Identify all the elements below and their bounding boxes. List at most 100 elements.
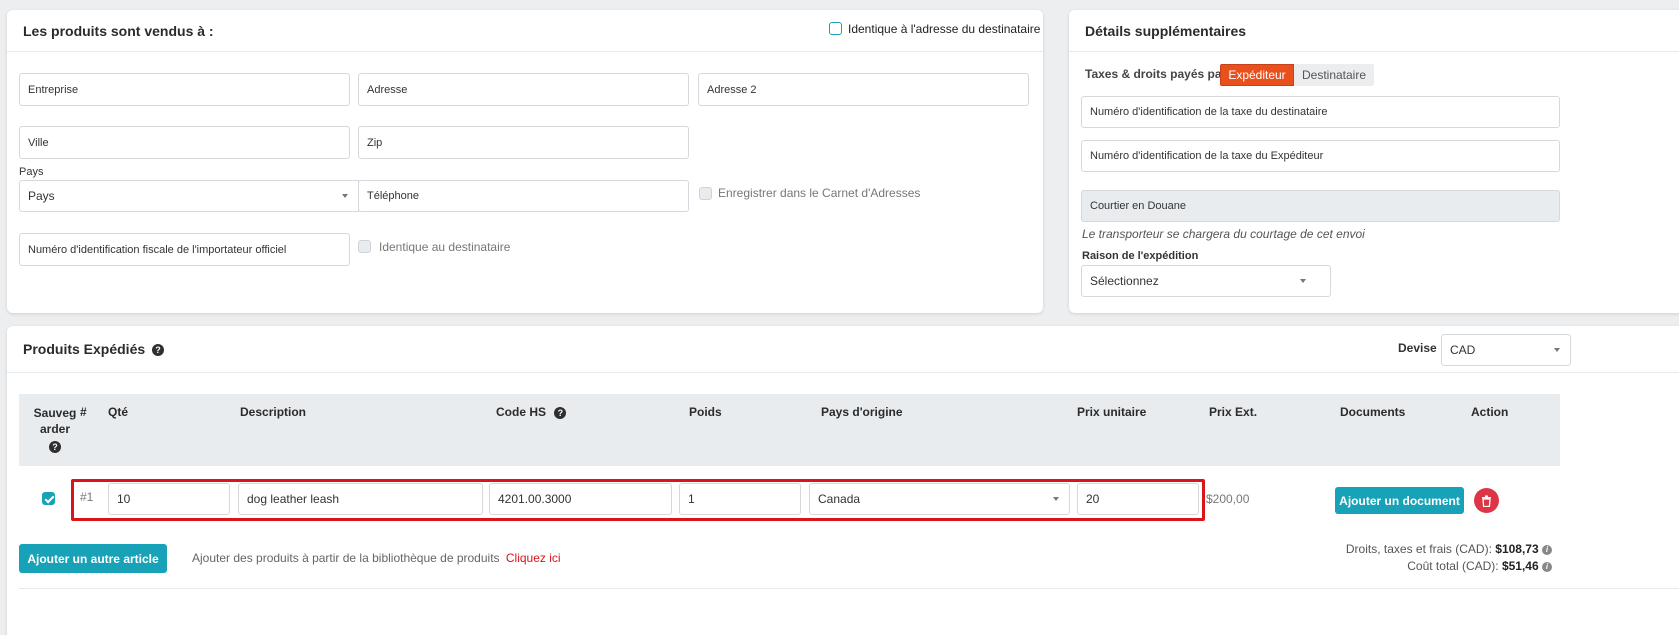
trash-icon bbox=[1482, 495, 1491, 507]
zip-input[interactable]: Zip bbox=[358, 126, 689, 159]
info-icon[interactable]: i bbox=[1542, 561, 1552, 572]
sold-to-card: Les produits sont vendus à : Identique à… bbox=[7, 10, 1043, 313]
country-select[interactable]: Pays bbox=[19, 180, 359, 212]
address-placeholder: Adresse bbox=[367, 83, 408, 96]
total-value: $51,46 bbox=[1501, 559, 1539, 573]
chevron-down-icon bbox=[1300, 279, 1306, 283]
unit-price-value: 20 bbox=[1086, 492, 1100, 506]
divider bbox=[7, 372, 1679, 373]
library-text: Ajouter des produits à partir de la bibl… bbox=[192, 551, 561, 565]
address-input[interactable]: Adresse bbox=[358, 73, 689, 106]
address2-input[interactable]: Adresse 2 bbox=[698, 73, 1029, 106]
add-item-label: Ajouter un autre article bbox=[27, 551, 159, 566]
address2-placeholder: Adresse 2 bbox=[707, 83, 757, 96]
divider bbox=[19, 588, 1679, 589]
description-input[interactable]: dog leather leash bbox=[238, 483, 483, 515]
broker-note: Le transporteur se chargera du courtage … bbox=[1082, 227, 1365, 241]
col-save-line1: Sauveg bbox=[33, 406, 77, 420]
col-action: Action bbox=[1471, 405, 1509, 419]
company-input[interactable]: Entreprise bbox=[19, 73, 350, 106]
divider bbox=[7, 51, 1043, 52]
customs-broker-field: Courtier en Douane bbox=[1081, 190, 1560, 222]
sender-tax-input[interactable]: Numéro d'identification de la taxe du Ex… bbox=[1081, 140, 1560, 172]
origin-select[interactable]: Canada bbox=[809, 483, 1070, 515]
help-icon[interactable]: ? bbox=[152, 344, 165, 357]
same-as-dest-label: Identique au destinataire bbox=[379, 240, 511, 254]
phone-placeholder: Téléphone bbox=[367, 190, 419, 202]
products-title-text: Produits Expédiés bbox=[23, 341, 146, 357]
col-weight: Poids bbox=[689, 405, 722, 419]
country-select-value: Pays bbox=[28, 189, 55, 203]
col-description: Description bbox=[240, 405, 307, 419]
add-item-button[interactable]: Ajouter un autre article bbox=[19, 544, 167, 573]
same-as-dest-checkbox[interactable] bbox=[358, 240, 371, 253]
library-link[interactable]: Cliquez ici bbox=[506, 551, 561, 565]
products-title: Produits Expédiés ? bbox=[23, 341, 165, 357]
city-placeholder: Ville bbox=[28, 136, 49, 149]
sender-option-button[interactable]: Expéditeur bbox=[1220, 64, 1294, 86]
currency-select-value: CAD bbox=[1450, 343, 1476, 357]
library-text-content: Ajouter des produits à partir de la bibl… bbox=[192, 551, 500, 565]
save-row-checkbox[interactable] bbox=[42, 492, 55, 505]
recipient-tax-placeholder: Numéro d'identification de la taxe du de… bbox=[1090, 106, 1328, 118]
same-as-recipient-checkbox[interactable] bbox=[829, 22, 842, 35]
save-addressbook-label: Enregistrer dans le Carnet d'Adresses bbox=[718, 186, 921, 200]
currency-label: Devise bbox=[1398, 341, 1437, 355]
phone-input[interactable]: Téléphone bbox=[358, 180, 689, 212]
delete-row-button[interactable] bbox=[1474, 488, 1499, 513]
qty-input[interactable]: 10 bbox=[108, 483, 230, 515]
shipment-reason-value: Sélectionnez bbox=[1090, 274, 1159, 288]
col-save-line2: arder bbox=[39, 422, 71, 436]
country-label: Pays bbox=[19, 166, 44, 178]
ext-price-value: $200,00 bbox=[1206, 492, 1250, 506]
duties-summary: Droits, taxes et frais (CAD): $108,73 i bbox=[1346, 542, 1552, 556]
company-placeholder: Entreprise bbox=[28, 83, 79, 96]
recipient-option-label: Destinataire bbox=[1301, 68, 1367, 82]
city-input[interactable]: Ville bbox=[19, 126, 350, 159]
add-document-label: Ajouter un document bbox=[1339, 493, 1460, 508]
same-as-recipient-label: Identique à l'adresse du destinataire bbox=[848, 22, 1041, 36]
chevron-down-icon bbox=[1053, 497, 1059, 501]
importer-tax-placeholder: Numéro d'identification fiscale de l'imp… bbox=[28, 243, 287, 256]
recipient-tax-input[interactable]: Numéro d'identification de la taxe du de… bbox=[1081, 96, 1560, 128]
qty-value: 10 bbox=[117, 492, 131, 506]
origin-value: Canada bbox=[818, 492, 861, 506]
help-icon[interactable]: ? bbox=[49, 440, 61, 453]
hs-code-value: 4201.00.3000 bbox=[498, 492, 572, 506]
unit-price-input[interactable]: 20 bbox=[1077, 483, 1199, 515]
customs-broker-value: Courtier en Douane bbox=[1090, 200, 1187, 212]
currency-select[interactable]: CAD bbox=[1441, 334, 1571, 366]
total-label: Coût total (CAD): bbox=[1407, 559, 1499, 573]
col-documents: Documents bbox=[1340, 405, 1406, 419]
products-card: Produits Expédiés ? Devise CAD Sauveg ar… bbox=[7, 326, 1679, 635]
details-card: Détails supplémentaires Taxes & droits p… bbox=[1069, 10, 1679, 313]
recipient-option-button[interactable]: Destinataire bbox=[1294, 64, 1374, 86]
shipment-reason-label: Raison de l'expédition bbox=[1082, 250, 1199, 262]
col-hs-code-text: Code HS bbox=[496, 405, 547, 419]
sold-to-title: Les produits sont vendus à : bbox=[23, 23, 214, 39]
duties-value: $108,73 bbox=[1495, 542, 1539, 556]
col-number: # bbox=[80, 405, 87, 419]
products-table-header: Sauveg arder ? # Qté Description Code HS… bbox=[19, 394, 1560, 466]
duties-label: Droits, taxes et frais (CAD): bbox=[1345, 542, 1492, 556]
table-row: #1 10 dog leather leash 4201.00.3000 1 C… bbox=[19, 476, 1560, 526]
col-ext-price: Prix Ext. bbox=[1209, 405, 1258, 419]
sender-tax-placeholder: Numéro d'identification de la taxe du Ex… bbox=[1090, 150, 1324, 162]
hs-code-input[interactable]: 4201.00.3000 bbox=[489, 483, 672, 515]
col-save: Sauveg arder ? bbox=[31, 405, 79, 453]
add-document-button[interactable]: Ajouter un document bbox=[1335, 487, 1464, 514]
details-title: Détails supplémentaires bbox=[1085, 23, 1247, 39]
col-hs-code: Code HS ? bbox=[496, 405, 567, 419]
weight-value: 1 bbox=[688, 492, 695, 506]
divider bbox=[1069, 51, 1679, 52]
shipment-reason-select[interactable]: Sélectionnez bbox=[1081, 265, 1331, 297]
col-origin: Pays d'origine bbox=[821, 405, 903, 419]
weight-input[interactable]: 1 bbox=[679, 483, 801, 515]
save-addressbook-checkbox[interactable] bbox=[699, 187, 712, 200]
help-icon[interactable]: ? bbox=[554, 406, 567, 419]
importer-tax-input[interactable]: Numéro d'identification fiscale de l'imp… bbox=[19, 233, 350, 266]
total-summary: Coût total (CAD): $51,46 i bbox=[1407, 559, 1552, 573]
info-icon[interactable]: i bbox=[1542, 544, 1552, 555]
chevron-down-icon bbox=[342, 194, 348, 198]
taxes-paid-by-label: Taxes & droits payés par bbox=[1085, 67, 1227, 81]
